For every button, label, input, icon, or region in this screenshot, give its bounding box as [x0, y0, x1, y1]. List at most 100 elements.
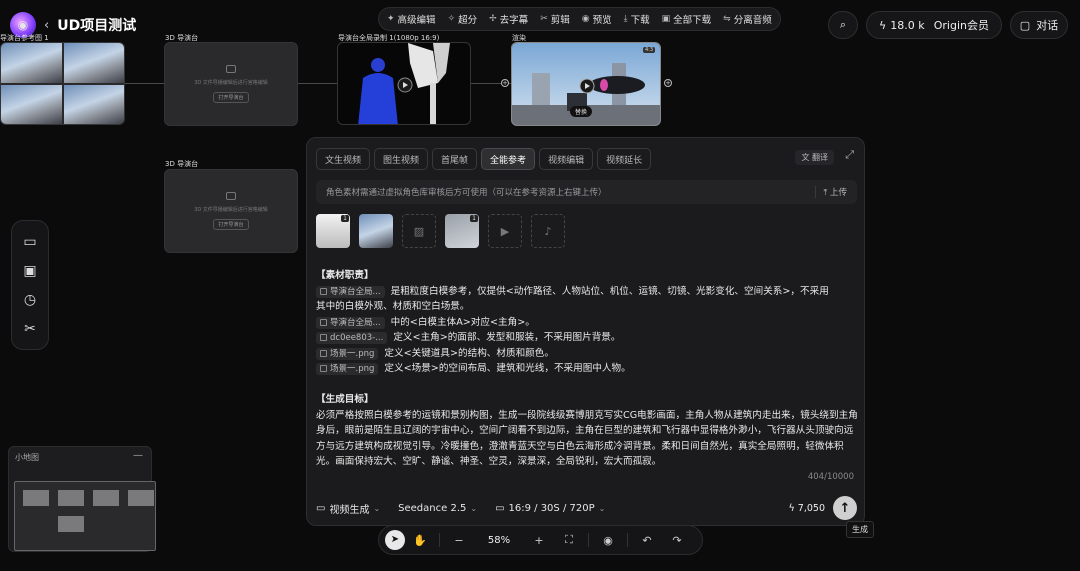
- chat-icon: ▢: [1019, 18, 1031, 32]
- add-image-slot[interactable]: ▨: [402, 214, 436, 248]
- select-tool-icon[interactable]: ➤: [385, 530, 405, 550]
- asset-hint-bar: 角色素材需通过虚拟角色库审核后方可使用（可以在参考资源上右键上传） ⤒ 上传: [316, 180, 857, 204]
- minimap[interactable]: 小地图 —: [8, 446, 156, 552]
- director-3d-node-2[interactable]: 3D 文件导播编辑后进行宫格编辑 打开导演台: [164, 169, 298, 253]
- thumbnail: [63, 43, 124, 83]
- whitebox-preview: [358, 43, 450, 124]
- model-select[interactable]: Seedance 2.5 ⌄: [398, 503, 477, 514]
- add-video-slot[interactable]: ▶: [488, 214, 522, 248]
- download-icon: ⤓: [623, 14, 628, 24]
- generate-button[interactable]: ↑: [833, 496, 857, 520]
- chevron-down-icon: ⌄: [373, 503, 381, 513]
- open-director-button[interactable]: 打开导演台: [213, 219, 249, 230]
- tab-video-extend[interactable]: 视频延长: [597, 148, 652, 170]
- upscale-button[interactable]: ✧ 超分: [448, 12, 478, 26]
- eye-icon[interactable]: ◉: [593, 534, 623, 547]
- reference-chip[interactable]: dc0ee803-...: [316, 332, 388, 344]
- add-node-icon[interactable]: +: [501, 79, 509, 87]
- tab-text-to-video[interactable]: 文生视频: [316, 148, 371, 170]
- tab-video-edit[interactable]: 视频编辑: [539, 148, 594, 170]
- upload-button[interactable]: ⤒ 上传: [814, 186, 847, 198]
- video-icon: ▶: [500, 224, 510, 238]
- upload-icon: ⤒: [823, 188, 828, 198]
- sparkle-icon: ✧: [447, 14, 456, 24]
- open-director-button[interactable]: 打开导演台: [213, 92, 249, 103]
- subtitle-icon: ✢: [489, 14, 497, 24]
- reference-chip[interactable]: 场景一.png: [316, 347, 379, 360]
- download-button[interactable]: ⤓ 下载: [624, 12, 650, 26]
- prompt-line: 导演台全局... 是粗粒度白模参考，仅提供<动作路径、人物站位、机位、运镜、切镜、…: [316, 284, 860, 300]
- member-badge: Origin会员: [933, 19, 989, 32]
- ratio-badge: 4:3: [642, 47, 655, 53]
- membership-widget[interactable]: ϟ 18.0 k Origin会员: [866, 11, 1002, 39]
- swap-button[interactable]: 替换: [570, 106, 593, 117]
- video-camera-icon: ▭: [316, 502, 326, 514]
- translate-button[interactable]: 文 翻译: [795, 150, 834, 165]
- asset-thumbnail[interactable]: 1: [445, 214, 479, 248]
- chevron-down-icon: ⌄: [598, 503, 606, 513]
- add-node-icon[interactable]: +: [664, 79, 672, 87]
- reference-chip[interactable]: 导演台全局...: [316, 316, 385, 329]
- split-audio-button[interactable]: ⇋ 分离音频: [723, 12, 772, 26]
- cut-button[interactable]: ✂ 剪辑: [540, 12, 570, 26]
- reference-chip[interactable]: 导演台全局...: [316, 285, 385, 298]
- thumbnail: [63, 84, 124, 124]
- tab-first-last-frame[interactable]: 首尾帧: [432, 148, 478, 170]
- cost-display: ϟ 7,050: [788, 502, 825, 514]
- asset-thumbnail[interactable]: [359, 214, 393, 248]
- history-icon[interactable]: ◷: [24, 292, 36, 308]
- credits-count: 18.0 k: [890, 18, 925, 32]
- prompt-body: 必须严格按照白模参考的运镜和景别构图，生成一段院线级赛博朋克写实CG电影画面，主…: [316, 409, 858, 468]
- media-icon[interactable]: ▣: [23, 263, 36, 279]
- fit-screen-icon[interactable]: ⛶: [554, 533, 584, 547]
- redo-icon[interactable]: ↷: [662, 534, 692, 547]
- zoom-in-icon[interactable]: +: [524, 534, 554, 547]
- prompt-line: 场景一.png 定义<关键道具>的结构、材质和颜色。: [316, 346, 860, 362]
- thumbnail: [1, 43, 62, 83]
- mode-select[interactable]: ▭ 视频生成 ⌄: [316, 501, 380, 516]
- global-recording-node[interactable]: [337, 42, 471, 125]
- add-audio-slot[interactable]: ♪: [531, 214, 565, 248]
- preview-button[interactable]: ◉ 预览: [582, 12, 612, 26]
- chat-button[interactable]: ▢ 对话: [1010, 11, 1068, 39]
- lightning-icon: ϟ: [879, 18, 887, 32]
- asset-thumbnail[interactable]: 1: [316, 214, 350, 248]
- image-icon: [226, 65, 236, 73]
- side-toolbar: ▭ ▣ ◷ ✂: [11, 220, 49, 350]
- expand-icon[interactable]: ⤢: [845, 148, 854, 162]
- spec-select[interactable]: ▭ 16:9 / 30S / 720P ⌄: [495, 503, 605, 514]
- search-button[interactable]: ⌕: [828, 11, 858, 39]
- top-toolbar: ✦ 高级编辑 ✧ 超分 ✢ 去字幕 ✂ 剪辑 ◉ 预览 ⤓ 下载 ▣ 全部下载 ⇋ 分离音频: [378, 7, 781, 31]
- magic-icon: ✦: [387, 14, 395, 24]
- zoom-level[interactable]: 58%: [474, 535, 524, 546]
- arrow-up-icon: ↑: [839, 500, 851, 516]
- scissors-icon[interactable]: ✂: [24, 321, 36, 337]
- minimap-viewport[interactable]: [14, 481, 156, 551]
- char-count: 404/10000: [807, 472, 854, 482]
- project-title: UD项目测试: [57, 18, 137, 34]
- director-3d-node[interactable]: 3D 文件导播编辑后进行宫格编辑 打开导演台: [164, 42, 298, 126]
- remove-subtitle-button[interactable]: ✢ 去字幕: [489, 12, 528, 26]
- undo-icon[interactable]: ↶: [632, 534, 662, 547]
- reference-chip[interactable]: 场景一.png: [316, 363, 379, 375]
- hand-tool-icon[interactable]: ✋: [405, 534, 435, 547]
- minimize-icon[interactable]: —: [133, 450, 143, 461]
- connector: [125, 83, 164, 84]
- render-node[interactable]: 4:3 替换: [511, 42, 661, 126]
- advanced-edit-button[interactable]: ✦ 高级编辑: [387, 12, 436, 26]
- connector: [298, 83, 337, 84]
- eye-icon: ◉: [581, 14, 590, 24]
- chevron-down-icon: ⌄: [470, 503, 478, 513]
- folder-icon[interactable]: ▭: [23, 234, 36, 250]
- panel-footer: ▭ 视频生成 ⌄ Seedance 2.5 ⌄ ▭ 16:9 / 30S / 720P ⌄…: [316, 496, 857, 520]
- download-all-button[interactable]: ▣ 全部下载: [662, 12, 712, 26]
- aspect-ratio-icon: ▭: [495, 502, 505, 514]
- prompt-editor[interactable]: 【素材职责】 导演台全局... 是粗粒度白模参考，仅提供<动作路径、人物站位、机位…: [316, 268, 860, 470]
- tab-image-to-video[interactable]: 图生视频: [374, 148, 429, 170]
- zoom-out-icon[interactable]: −: [444, 534, 474, 547]
- back-icon[interactable]: ‹: [44, 18, 49, 33]
- mode-tabs: 文生视频 图生视频 首尾帧 全能参考 视频编辑 视频延长: [316, 148, 652, 170]
- reference-image-node[interactable]: [0, 42, 125, 125]
- image-icon: ▨: [413, 224, 425, 238]
- tab-omni-reference[interactable]: 全能参考: [481, 148, 536, 170]
